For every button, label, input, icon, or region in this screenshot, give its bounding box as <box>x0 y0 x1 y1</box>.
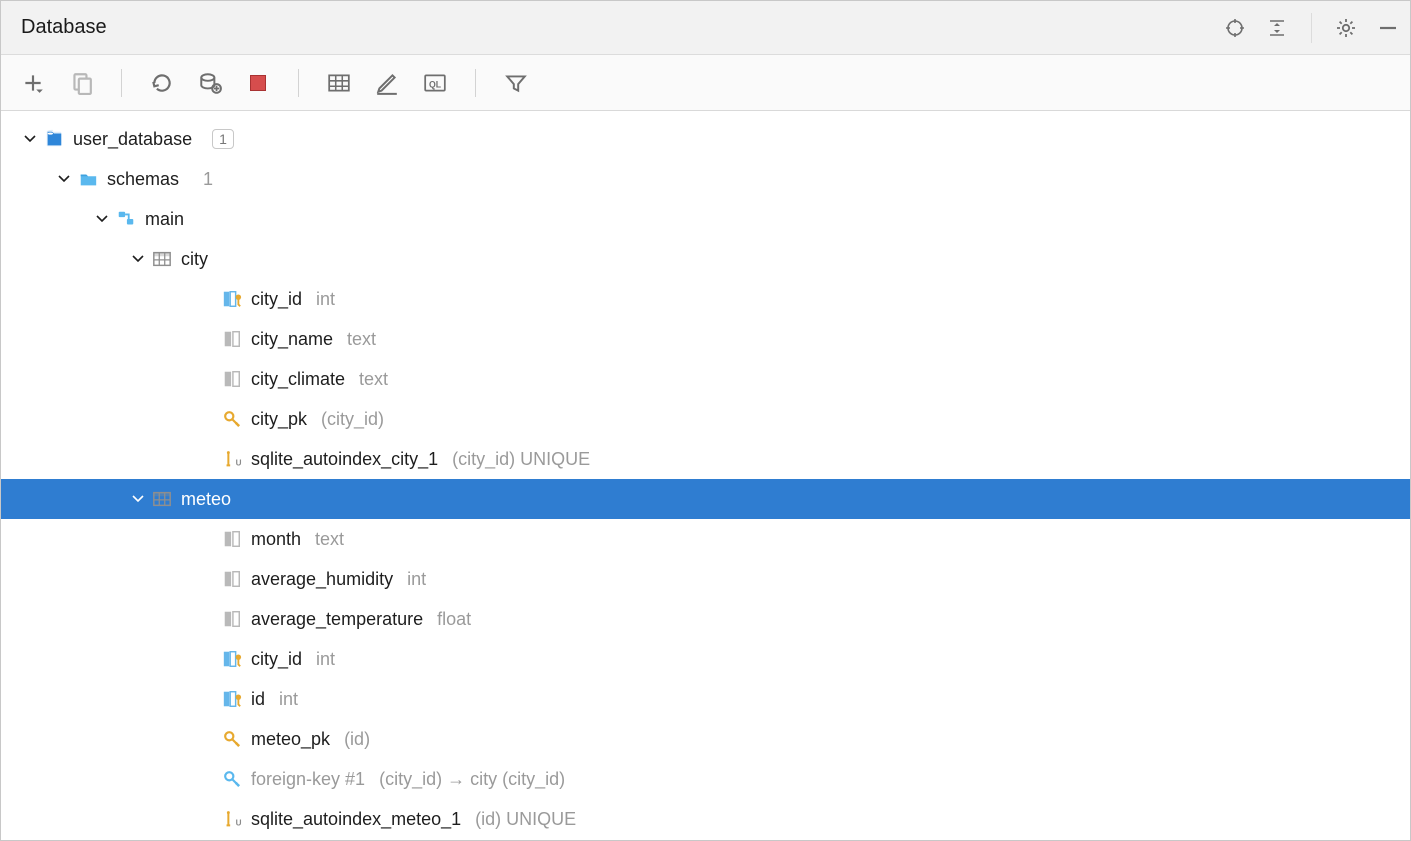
folder-icon <box>77 168 99 190</box>
edit-ddl-icon[interactable] <box>373 69 401 97</box>
node-label: meteo_pk <box>251 728 330 751</box>
node-pkcol-city-id[interactable]: city_id int <box>1 279 1410 319</box>
node-pkcol-city-id[interactable]: city_id int <box>1 639 1410 679</box>
node-index-sqlite-autoindex-meteo-1[interactable]: sqlite_autoindex_meteo_1 (id) UNIQUE <box>1 799 1410 839</box>
node-schemas[interactable]: schemas 1 <box>1 159 1410 199</box>
expand-chevron-icon[interactable] <box>131 493 145 505</box>
separator <box>298 69 299 97</box>
pkcol-icon <box>221 288 243 310</box>
index-icon <box>221 808 243 830</box>
database-panel: Database user_database 1 schemas 1 main city c… <box>0 0 1411 841</box>
table-icon <box>151 488 173 510</box>
node-label: meteo <box>181 488 231 511</box>
expand-chevron-icon[interactable] <box>131 253 145 265</box>
node-index-sqlite-autoindex-city-1[interactable]: sqlite_autoindex_city_1 (city_id) UNIQUE <box>1 439 1410 479</box>
duplicate-icon[interactable] <box>67 69 95 97</box>
node-label: city_id <box>251 288 302 311</box>
expand-chevron-icon[interactable] <box>23 133 37 145</box>
node-col-average-temperature[interactable]: average_temperature float <box>1 599 1410 639</box>
node-label: average_humidity <box>251 568 393 591</box>
refresh-icon[interactable] <box>148 69 176 97</box>
hide-panel-icon[interactable] <box>1376 16 1400 40</box>
toolbar <box>1 55 1410 111</box>
separator <box>121 69 122 97</box>
node-label: schemas <box>107 168 179 191</box>
index-icon <box>221 448 243 470</box>
node-label: main <box>145 208 184 231</box>
expand-chevron-icon[interactable] <box>95 213 109 225</box>
schema-icon <box>115 208 137 230</box>
col-icon <box>221 608 243 630</box>
col-icon <box>221 528 243 550</box>
node-label: id <box>251 688 265 711</box>
node-label: average_temperature <box>251 608 423 631</box>
node-table-meteo[interactable]: meteo <box>1 479 1410 519</box>
node-table-city[interactable]: city <box>1 239 1410 279</box>
type-label: int <box>279 688 298 711</box>
col-icon <box>221 568 243 590</box>
separator <box>475 69 476 97</box>
type-label: int <box>316 288 335 311</box>
settings-icon[interactable] <box>1334 16 1358 40</box>
panel-title: Database <box>21 16 1223 39</box>
detail-label: (city_id) → city (city_id) <box>379 768 565 791</box>
node-fk-foreign-key-1[interactable]: foreign-key #1 (city_id) → city (city_id) <box>1 759 1410 799</box>
node-key-meteo-pk[interactable]: meteo_pk (id) <box>1 719 1410 759</box>
type-label: float <box>437 608 471 631</box>
panel-header: Database <box>1 1 1410 55</box>
node-label: city_name <box>251 328 333 351</box>
key-icon <box>221 408 243 430</box>
count-label: 1 <box>203 168 213 191</box>
expand-chevron-icon[interactable] <box>57 173 71 185</box>
node-label: city <box>181 248 208 271</box>
type-label: int <box>407 568 426 591</box>
node-col-average-humidity[interactable]: average_humidity int <box>1 559 1410 599</box>
node-label: user_database <box>73 128 192 151</box>
node-label: city_id <box>251 648 302 671</box>
datasource-properties-icon[interactable] <box>196 69 224 97</box>
type-label: text <box>347 328 376 351</box>
add-datasource-icon[interactable] <box>19 69 47 97</box>
type-label: int <box>316 648 335 671</box>
detail-label: (id) <box>344 728 370 751</box>
collapse-all-icon[interactable] <box>1265 16 1289 40</box>
open-query-console-icon[interactable] <box>421 69 449 97</box>
filter-icon[interactable] <box>502 69 530 97</box>
node-pkcol-id[interactable]: idint <box>1 679 1410 719</box>
col-icon <box>221 328 243 350</box>
type-label: text <box>315 528 344 551</box>
node-col-city-climate[interactable]: city_climate text <box>1 359 1410 399</box>
node-label: sqlite_autoindex_city_1 <box>251 448 438 471</box>
table-icon <box>151 248 173 270</box>
node-label: city_pk <box>251 408 307 431</box>
locate-icon[interactable] <box>1223 16 1247 40</box>
node-label: city_climate <box>251 368 345 391</box>
node-label: month <box>251 528 301 551</box>
separator <box>1311 13 1312 43</box>
node-schema-main[interactable]: main <box>1 199 1410 239</box>
pkcol-icon <box>221 648 243 670</box>
pkcol-icon <box>221 688 243 710</box>
type-label: text <box>359 368 388 391</box>
node-col-month[interactable]: month text <box>1 519 1410 559</box>
open-table-icon[interactable] <box>325 69 353 97</box>
detail-label: (city_id) UNIQUE <box>452 448 590 471</box>
stop-icon[interactable] <box>244 69 272 97</box>
object-count-badge: 1 <box>212 129 234 149</box>
detail-label: (city_id) <box>321 408 384 431</box>
col-icon <box>221 368 243 390</box>
node-col-city-name[interactable]: city_name text <box>1 319 1410 359</box>
node-label: sqlite_autoindex_meteo_1 <box>251 808 461 831</box>
node-database[interactable]: user_database 1 <box>1 119 1410 159</box>
object-tree[interactable]: user_database1schemas1maincitycity_idint… <box>1 111 1410 840</box>
fk-icon <box>221 768 243 790</box>
detail-label: (id) UNIQUE <box>475 808 576 831</box>
key-icon <box>221 728 243 750</box>
node-key-city-pk[interactable]: city_pk (city_id) <box>1 399 1410 439</box>
database-icon <box>43 128 65 150</box>
node-label: foreign-key #1 <box>251 768 365 791</box>
